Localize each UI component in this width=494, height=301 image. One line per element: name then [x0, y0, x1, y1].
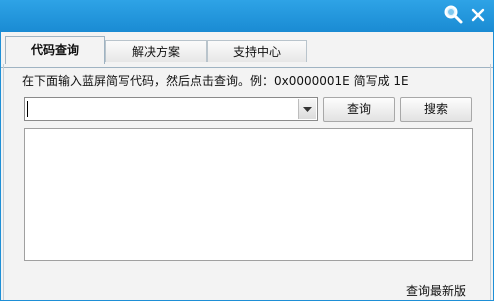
tab-bar: 代码查询 解决方案 支持中心 [1, 36, 493, 68]
chevron-down-icon [303, 107, 312, 112]
tab-support-center[interactable]: 支持中心 [207, 40, 307, 62]
search-icon[interactable] [442, 4, 464, 26]
main-window: 代码查询 解决方案 支持中心 在下面输入蓝屏简写代码，然后点击查询。例：0x00… [1, 32, 493, 300]
instruction-text: 在下面输入蓝屏简写代码，然后点击查询。例：0x0000001E 简写成 1E [22, 74, 409, 88]
title-bar [0, 0, 494, 32]
dropdown-button[interactable] [298, 99, 316, 119]
result-textarea[interactable] [24, 128, 473, 261]
tab-code-query[interactable]: 代码查询 [5, 36, 105, 64]
search-button[interactable]: 搜索 [400, 97, 472, 122]
query-button[interactable]: 查询 [323, 97, 395, 122]
close-icon [471, 8, 485, 22]
code-input[interactable] [27, 100, 293, 118]
tab-solutions[interactable]: 解决方案 [105, 40, 207, 62]
close-button[interactable] [467, 4, 489, 26]
code-combobox[interactable] [24, 97, 318, 121]
check-latest-version-link[interactable]: 查询最新版 [406, 282, 466, 299]
text-caret [27, 101, 28, 117]
